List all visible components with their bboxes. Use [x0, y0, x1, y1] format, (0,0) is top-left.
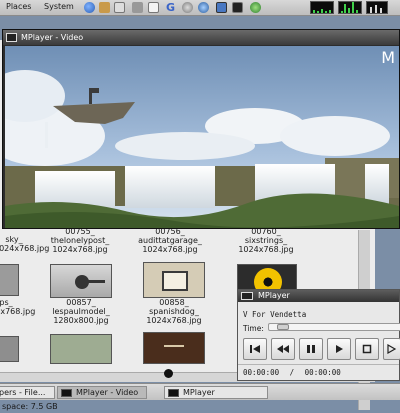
- wrench-icon[interactable]: [132, 2, 143, 13]
- task-label: pers - File...: [0, 388, 46, 397]
- stop-button[interactable]: [355, 338, 379, 360]
- network-monitor-graph[interactable]: [338, 1, 362, 14]
- skip-back-icon: [250, 345, 260, 353]
- task-label: MPlayer - Video: [76, 388, 139, 397]
- top-panel: Places System G: [0, 0, 400, 16]
- rewind-button[interactable]: [271, 338, 295, 360]
- scroll-handle[interactable]: [164, 369, 173, 378]
- time-display: 00:00:00 / 00:00:00: [243, 368, 341, 377]
- file-label[interactable]: rops_ 1024x768.jpg: [0, 298, 35, 316]
- system-menu[interactable]: System: [44, 2, 74, 11]
- waterfall-video-image: [5, 46, 399, 228]
- monitor-icon[interactable]: [216, 2, 227, 13]
- file-label[interactable]: 00857_ lespaulmodel_ 1280x800.jpg: [44, 298, 118, 325]
- pause-button[interactable]: [299, 338, 323, 360]
- terminal-icon[interactable]: [232, 2, 243, 13]
- window-icon: [61, 389, 72, 397]
- video-frame[interactable]: M: [5, 46, 399, 228]
- firefox-icon[interactable]: [84, 2, 95, 13]
- previous-button[interactable]: [243, 338, 267, 360]
- file-label[interactable]: 00858_ spanishdog_ 1024x768.jpg: [134, 298, 214, 325]
- current-file-name: V For Vendetta: [243, 310, 307, 319]
- rewind-icon: [277, 345, 289, 353]
- mail-icon[interactable]: [114, 2, 125, 13]
- control-divider: [238, 364, 399, 365]
- skip-forward-icon: [387, 344, 397, 354]
- control-window-titlebar[interactable]: MPlayer: [238, 290, 399, 302]
- video-window-titlebar[interactable]: MPlayer - Video: [3, 30, 399, 45]
- mplayer-control-window[interactable]: MPlayer V For Vendetta Time: 00:00:00 / …: [237, 289, 400, 381]
- mplayer-video-window[interactable]: MPlayer - Video M: [2, 29, 400, 229]
- file-thumbnail[interactable]: [0, 264, 19, 296]
- file-label[interactable]: 00760_ sixstrings_ 1024x768.jpg: [228, 227, 304, 254]
- seek-slider[interactable]: [268, 323, 400, 331]
- file-label[interactable]: sky_ 1024x768.jpg: [0, 235, 49, 253]
- play-button[interactable]: [327, 338, 351, 360]
- time-separator: /: [289, 368, 295, 377]
- next-button[interactable]: [383, 338, 400, 360]
- cpu-monitor-graph[interactable]: [310, 1, 334, 14]
- file-thumbnail[interactable]: [50, 264, 112, 298]
- memory-monitor-graph[interactable]: [366, 1, 388, 14]
- video-overlay-text: M: [381, 48, 395, 67]
- task-label: MPlayer: [183, 388, 215, 397]
- task-file-manager[interactable]: pers - File...: [0, 386, 55, 399]
- file-thumbnail[interactable]: [143, 332, 205, 364]
- globe-icon[interactable]: [250, 2, 261, 13]
- task-mplayer[interactable]: MPlayer: [164, 386, 268, 399]
- file-label[interactable]: 00755_ thelonelypost_ 1024x768.jpg: [44, 227, 116, 254]
- pause-icon: [307, 345, 315, 353]
- stop-icon: [362, 344, 372, 354]
- total-time: 00:00:00: [304, 368, 341, 377]
- free-space-status: space: 7.5 GB: [2, 402, 58, 411]
- current-time: 00:00:00: [243, 368, 280, 377]
- play-icon: [336, 345, 343, 353]
- file-thumbnail[interactable]: [0, 336, 19, 362]
- seek-handle[interactable]: [277, 324, 289, 330]
- control-window-title: MPlayer: [258, 291, 290, 300]
- bottom-taskbar: pers - File... MPlayer - Video MPlayer: [0, 383, 400, 400]
- file-label[interactable]: 00756_ audittatgarage_ 1024x768.jpg: [130, 227, 210, 254]
- time-label: Time:: [243, 324, 264, 333]
- google-icon[interactable]: G: [166, 2, 177, 13]
- window-icon: [6, 33, 17, 42]
- editor-icon[interactable]: [148, 2, 159, 13]
- file-thumbnail[interactable]: [50, 334, 112, 364]
- places-menu[interactable]: Places: [6, 2, 31, 11]
- task-mplayer-video[interactable]: MPlayer - Video: [57, 386, 147, 399]
- gear-icon[interactable]: [182, 2, 193, 13]
- video-window-title: MPlayer - Video: [21, 33, 84, 42]
- folder-icon[interactable]: [99, 2, 110, 13]
- window-icon: [168, 389, 179, 397]
- window-icon: [241, 292, 253, 300]
- browser-icon[interactable]: [198, 2, 209, 13]
- file-thumbnail[interactable]: [143, 262, 205, 298]
